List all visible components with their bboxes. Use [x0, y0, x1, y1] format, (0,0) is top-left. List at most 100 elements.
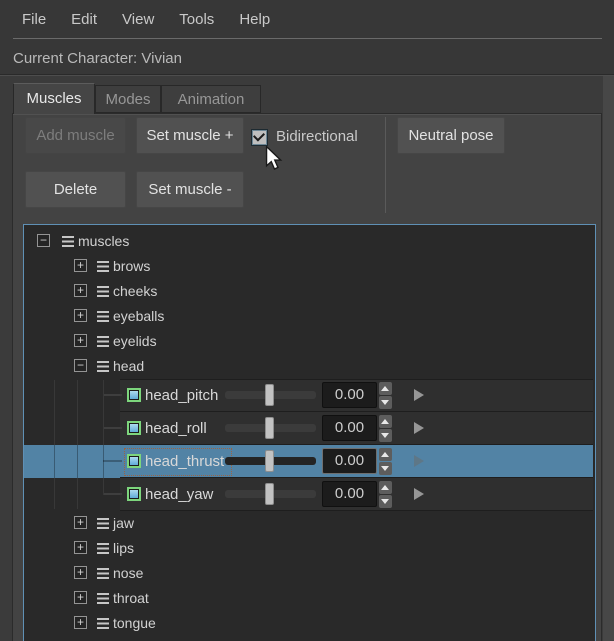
expand-arrow-icon[interactable]: [414, 422, 424, 434]
expand-arrow-icon[interactable]: [414, 488, 424, 500]
spin-up-button[interactable]: [379, 382, 392, 395]
hamburger-icon: [97, 618, 109, 629]
menu-help[interactable]: Help: [239, 11, 270, 28]
collapse-icon[interactable]: −: [37, 234, 50, 247]
hamburger-icon: [97, 593, 109, 604]
hamburger-icon: [97, 336, 109, 347]
tree-guide-line: [77, 445, 78, 478]
set-muscle-plus-button[interactable]: Set muscle +: [136, 117, 244, 154]
hamburger-icon: [62, 236, 74, 247]
tree-label-throat: throat: [113, 586, 149, 611]
spinbox: [379, 448, 392, 475]
muscle-enabled-icon[interactable]: [127, 487, 141, 501]
menu-view[interactable]: View: [122, 11, 154, 28]
spin-down-button[interactable]: [379, 462, 392, 475]
menu-separator: [13, 38, 602, 39]
tab-animation[interactable]: Animation: [161, 85, 261, 113]
expand-icon[interactable]: +: [74, 616, 87, 629]
muscle-label: head_yaw: [145, 478, 213, 511]
spin-up-button[interactable]: [379, 448, 392, 461]
tree-label-cheeks: cheeks: [113, 279, 157, 304]
tree-label-brows: brows: [113, 254, 150, 279]
expand-icon[interactable]: +: [74, 591, 87, 604]
muscle-enabled-icon[interactable]: [127, 454, 141, 468]
spin-up-button[interactable]: [379, 481, 392, 494]
neutral-pose-button[interactable]: Neutral pose: [397, 117, 505, 154]
spinbox: [379, 481, 392, 508]
spin-down-button[interactable]: [379, 495, 392, 508]
muscle-enabled-icon[interactable]: [127, 421, 141, 435]
spinbox: [379, 382, 392, 409]
tree-label-head: head: [113, 354, 144, 379]
expand-icon[interactable]: +: [74, 566, 87, 579]
tree-label-nose: nose: [113, 561, 143, 586]
spin-up-button[interactable]: [379, 415, 392, 428]
muscle-row-head-thrust-selected[interactable]: head_thrust 0.00: [24, 445, 593, 478]
hamburger-icon: [97, 568, 109, 579]
spin-down-button[interactable]: [379, 429, 392, 442]
tree-guide-line: [103, 445, 104, 478]
spinbox: [379, 415, 392, 442]
add-muscle-button[interactable]: Add muscle: [25, 117, 126, 154]
expand-icon[interactable]: +: [74, 259, 87, 272]
tree-row-muscles-root[interactable]: − muscles: [24, 229, 593, 254]
tree-row-throat[interactable]: + throat: [24, 586, 593, 611]
bidirectional-checkbox[interactable]: [251, 129, 268, 146]
muscle-label: head_roll: [145, 412, 207, 445]
expand-icon[interactable]: +: [74, 309, 87, 322]
slider-handle[interactable]: [265, 450, 274, 472]
tree-guide-line: [103, 380, 104, 445]
tree-label-eyeballs: eyeballs: [113, 304, 164, 329]
slider-handle[interactable]: [265, 384, 274, 406]
value-field[interactable]: 0.00: [322, 448, 377, 474]
muscle-row-head-pitch[interactable]: head_pitch 0.00: [24, 379, 593, 412]
delete-button[interactable]: Delete: [25, 171, 126, 208]
set-muscle-minus-button[interactable]: Set muscle -: [136, 171, 244, 208]
value-field[interactable]: 0.00: [322, 382, 377, 408]
tree-row-jaw[interactable]: + jaw: [24, 511, 593, 536]
muscle-row-head-yaw[interactable]: head_yaw 0.00: [24, 478, 593, 511]
tree-branch-line: [103, 493, 122, 495]
expand-arrow-icon[interactable]: [414, 389, 424, 401]
right-margin: [603, 76, 614, 641]
expand-icon[interactable]: +: [74, 334, 87, 347]
tree-row-head[interactable]: − head: [24, 354, 593, 379]
muscle-enabled-icon[interactable]: [127, 388, 141, 402]
tree-row-nose[interactable]: + nose: [24, 561, 593, 586]
collapse-icon[interactable]: −: [74, 359, 87, 372]
tree-guide-line: [54, 478, 55, 509]
tree-row-cheeks[interactable]: + cheeks: [24, 279, 593, 304]
spin-down-button[interactable]: [379, 396, 392, 409]
menu-edit[interactable]: Edit: [71, 11, 97, 28]
tree-row-eyeballs[interactable]: + eyeballs: [24, 304, 593, 329]
tree-branch-line: [103, 394, 122, 396]
menu-bar: File Edit View Tools Help: [0, 0, 614, 38]
section-divider-highlight: [0, 75, 614, 76]
expand-icon[interactable]: +: [74, 284, 87, 297]
tree-row-tongue[interactable]: + tongue: [24, 611, 593, 636]
value-field[interactable]: 0.00: [322, 481, 377, 507]
value-field[interactable]: 0.00: [322, 415, 377, 441]
slider-handle[interactable]: [265, 483, 274, 505]
tab-muscles[interactable]: Muscles: [13, 83, 95, 114]
tree-row-eyelids[interactable]: + eyelids: [24, 329, 593, 354]
hamburger-icon: [97, 261, 109, 272]
hamburger-icon: [97, 286, 109, 297]
hamburger-icon: [97, 543, 109, 554]
tree-guide-line: [77, 380, 78, 445]
expand-icon[interactable]: +: [74, 541, 87, 554]
tree-row-lips[interactable]: + lips: [24, 536, 593, 561]
muscle-row-head-roll[interactable]: head_roll 0.00: [24, 412, 593, 445]
slider-handle[interactable]: [265, 417, 274, 439]
expand-icon[interactable]: +: [74, 516, 87, 529]
current-character-label: Current Character: Vivian: [13, 44, 182, 74]
menu-tools[interactable]: Tools: [179, 11, 214, 28]
tree-branch-line: [103, 460, 122, 462]
expand-arrow-icon[interactable]: [414, 455, 424, 467]
menu-file[interactable]: File: [22, 11, 46, 28]
tree-label-eyelids: eyelids: [113, 329, 157, 354]
tree-guide-line: [54, 380, 55, 445]
tree-guide-line: [77, 478, 78, 509]
tree-row-brows[interactable]: + brows: [24, 254, 593, 279]
tab-modes[interactable]: Modes: [95, 85, 161, 113]
